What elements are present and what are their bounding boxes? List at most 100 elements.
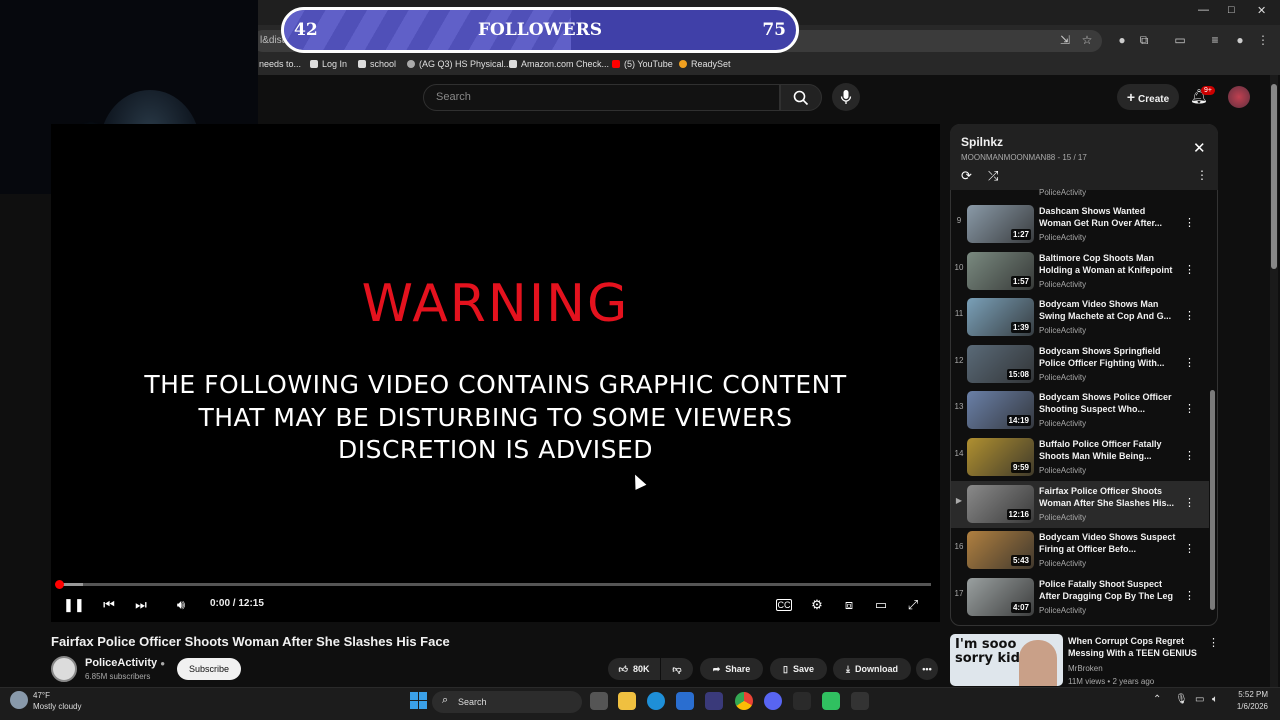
close-icon[interactable]: ✕	[1193, 139, 1206, 157]
playlist-item-more-icon[interactable]: ⋮	[1184, 589, 1195, 602]
playlist-item-title[interactable]: Bodycam Shows Springfield Police Officer…	[1039, 345, 1179, 369]
playlist-item-title[interactable]: Bodycam Shows Police Officer Shooting Su…	[1039, 391, 1179, 415]
playlist-scroll-thumb[interactable]	[1210, 390, 1215, 610]
playlist-item-title[interactable]: Bodycam Video Shows Suspect Firing at Of…	[1039, 531, 1179, 555]
volume-icon[interactable]: 🔊︎	[172, 597, 190, 613]
close-window-icon[interactable]: ✕	[1257, 4, 1266, 17]
save-button[interactable]: ▯ Save	[770, 658, 827, 680]
bookmark-item[interactable]: (5) YouTube	[612, 59, 673, 69]
store-icon[interactable]	[705, 692, 723, 710]
progress-scrubber[interactable]	[55, 580, 64, 589]
search-input[interactable]: Search	[423, 84, 780, 111]
discord-icon[interactable]	[764, 692, 782, 710]
clock-time[interactable]: 5:52 PM	[1228, 690, 1268, 699]
bookmark-star-icon[interactable]: ☆	[1080, 33, 1094, 47]
playlist-item-more-icon[interactable]: ⋮	[1184, 449, 1195, 462]
weather-icon[interactable]	[10, 691, 28, 709]
download-button[interactable]: ⤓ Download	[833, 658, 911, 680]
edge-icon[interactable]	[647, 692, 665, 710]
playlist-item[interactable]: 16 5:43 Bodycam Video Shows Suspect Firing…	[951, 527, 1209, 574]
playlist-item[interactable]: 12 15:08 Bodycam Shows Springfield Police …	[951, 341, 1209, 388]
loop-icon[interactable]: ⟳	[961, 168, 972, 184]
playlist-item-thumbnail[interactable]: 4:07	[967, 577, 1034, 616]
playlist-item-more-icon[interactable]: ⋮	[1184, 309, 1195, 322]
outlook-icon[interactable]	[676, 692, 694, 710]
user-avatar[interactable]	[1228, 86, 1250, 108]
playlist-item-more-icon[interactable]: ⋮	[1184, 402, 1195, 415]
bookmark-item[interactable]: Amazon.com Check...	[509, 59, 609, 69]
shuffle-icon[interactable]: ⤮	[988, 168, 998, 184]
playlist-item-thumbnail[interactable]: 12:16	[967, 484, 1034, 523]
search-button[interactable]	[780, 84, 822, 111]
recommended-thumbnail[interactable]: I'm sooo sorry kid	[950, 634, 1063, 686]
create-button[interactable]: + Create	[1117, 84, 1179, 110]
subscribe-button[interactable]: Subscribe	[177, 658, 241, 680]
playlist-title[interactable]: Spilnkz	[961, 135, 1003, 149]
playlist-item-thumbnail[interactable]: 1:27	[967, 205, 1034, 243]
channel-name[interactable]: PoliceActivity ●	[85, 657, 165, 669]
settings-gear-icon[interactable]: ⚙︎	[808, 597, 826, 613]
extensions-icon[interactable]: ⧉	[1137, 33, 1151, 47]
playlist-item-title[interactable]: Fairfax Police Officer Shoots Woman Afte…	[1039, 485, 1179, 509]
fullscreen-icon[interactable]: ⤢	[904, 597, 922, 613]
playlist-item[interactable]: 17 4:07 Police Fatally Shoot Suspect After…	[951, 574, 1209, 621]
bookmark-item[interactable]: (AG Q3) HS Physical...	[407, 59, 511, 69]
share-button[interactable]: ➦ Share	[700, 658, 763, 680]
voice-search-button[interactable]	[832, 83, 860, 111]
volume-tray-icon[interactable]: 🔈︎	[1212, 694, 1218, 705]
bookmark-item[interactable]: needs to...	[259, 59, 301, 69]
file-explorer-icon[interactable]	[618, 692, 636, 710]
minimize-icon[interactable]: —	[1198, 4, 1209, 16]
maximize-icon[interactable]: □	[1228, 4, 1235, 16]
task-view-icon[interactable]	[590, 692, 608, 710]
channel-avatar[interactable]	[51, 656, 77, 682]
dislike-button[interactable]: 👎︎	[661, 658, 693, 680]
recommended-channel[interactable]: MrBroken	[1068, 664, 1103, 673]
bookmark-item[interactable]: ReadySet	[679, 59, 731, 69]
playlist-item-more-icon[interactable]: ⋮	[1184, 216, 1195, 229]
recommended-more-icon[interactable]: ⋮	[1208, 636, 1219, 649]
playlist-item-more-icon[interactable]: ⋮	[1184, 263, 1195, 276]
browser-menu-icon[interactable]: ⋮	[1256, 33, 1270, 47]
windows-start-icon[interactable]	[410, 692, 427, 709]
taskbar-search[interactable]: Search	[432, 691, 582, 713]
app-icon[interactable]	[851, 692, 869, 710]
media-icon[interactable]: ≡	[1208, 33, 1222, 47]
playlist-item-title[interactable]: Baltimore Cop Shoots Man Holding a Woman…	[1039, 252, 1179, 276]
next-icon[interactable]: ⏭︎	[132, 597, 150, 613]
extension-badge-icon[interactable]: ●	[1115, 33, 1129, 47]
like-button[interactable]: 👍︎ 80K	[608, 658, 660, 680]
previous-icon[interactable]: ⏮︎	[100, 597, 118, 613]
tab-search-icon[interactable]: ▭	[1173, 33, 1187, 47]
app-icon[interactable]	[822, 692, 840, 710]
playlist-more-icon[interactable]: ⋮	[1196, 168, 1208, 182]
playlist-item-more-icon[interactable]: ⋮	[1184, 496, 1195, 509]
playlist-item[interactable]: 13 14:19 Bodycam Shows Police Officer Shoo…	[951, 387, 1209, 434]
clock-date[interactable]: 1/6/2026	[1228, 702, 1268, 711]
playlist-item-title[interactable]: Bodycam Video Shows Man Swing Machete at…	[1039, 298, 1179, 322]
playlist-item-title[interactable]: Buffalo Police Officer Fatally Shoots Ma…	[1039, 438, 1179, 462]
mic-tray-icon[interactable]: 🎙︎	[1175, 694, 1188, 705]
profile-icon[interactable]: ●	[1233, 33, 1247, 47]
playlist-item-title[interactable]: Dashcam Shows Wanted Woman Get Run Over …	[1039, 205, 1179, 229]
playlist-item-title[interactable]: Police Fatally Shoot Suspect After Dragg…	[1039, 578, 1179, 602]
playlist-item[interactable]: 11 1:39 Bodycam Video Shows Man Swing Mach…	[951, 294, 1209, 341]
playlist-item-thumbnail[interactable]: 14:19	[967, 391, 1034, 430]
chrome-icon[interactable]	[735, 692, 753, 710]
network-icon[interactable]: ▭	[1195, 694, 1204, 705]
playlist-item-thumbnail[interactable]: 1:39	[967, 298, 1034, 337]
recommended-title[interactable]: When Corrupt Cops Regret Messing With a …	[1068, 635, 1208, 659]
app-icon[interactable]	[793, 692, 811, 710]
bookmark-item[interactable]: school	[358, 59, 396, 69]
cast-icon[interactable]: ▭	[872, 597, 890, 613]
playlist-item-thumbnail[interactable]: 5:43	[967, 531, 1034, 570]
miniplayer-icon[interactable]: ⧈	[840, 597, 858, 613]
playlist-item-more-icon[interactable]: ⋮	[1184, 356, 1195, 369]
pause-icon[interactable]: ❚❚	[63, 597, 85, 613]
playlist-item-thumbnail[interactable]: 1:57	[967, 251, 1034, 290]
more-actions-button[interactable]: •••	[916, 658, 938, 680]
progress-bar[interactable]	[59, 583, 931, 586]
playlist-item[interactable]: 10 1:57 Baltimore Cop Shoots Man Holding a…	[951, 248, 1209, 295]
playlist-item[interactable]: 14 9:59 Buffalo Police Officer Fatally Sho…	[951, 434, 1209, 481]
playlist-item-thumbnail[interactable]: 9:59	[967, 438, 1034, 476]
